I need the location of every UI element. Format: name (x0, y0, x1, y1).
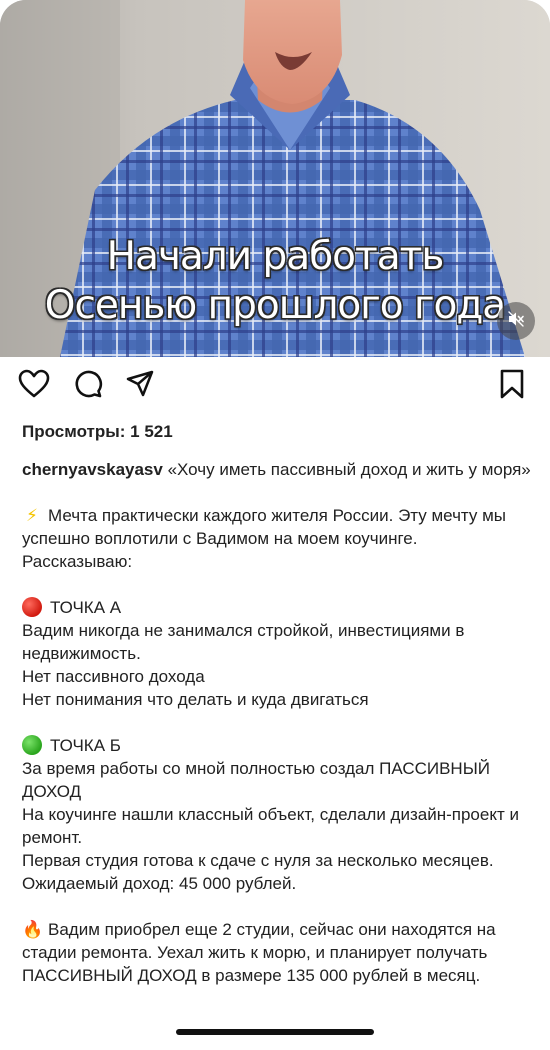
speaker-muted-icon (507, 310, 525, 333)
video-caption-line-1: Начали работать (106, 234, 445, 279)
outro-paragraph: 🔥 Вадим приобрел еще 2 студии, сейчас они… (22, 918, 532, 987)
bookmark-icon (499, 368, 525, 405)
point-b-heading: ТОЧКА Б (22, 734, 532, 757)
point-a-line: Нет пассивного дохода (22, 667, 205, 686)
caption-title-text: «Хочу иметь пассивный доход и жить у мор… (167, 460, 531, 479)
point-b-line: За время работы со мной полностью создал… (22, 759, 490, 801)
intro-paragraph: ⚡ Мечта практически каждого жителя России… (22, 504, 532, 573)
post-caption: Просмотры: 1 521 chernyavskayasv «Хочу и… (22, 420, 532, 987)
phone-screen: Начали работать Осенью прошлого года Про… (0, 0, 550, 1050)
reel-video[interactable]: Начали работать Осенью прошлого года (0, 0, 550, 357)
intro-text: Мечта практически каждого жителя России.… (22, 506, 507, 571)
share-button[interactable] (122, 368, 158, 404)
caption-title: chernyavskayasv «Хочу иметь пассивный до… (22, 458, 532, 481)
like-button[interactable] (16, 368, 52, 404)
point-a-line: Вадим никогда не занимался стройкой, инв… (22, 621, 465, 663)
point-a-heading-text: ТОЧКА А (50, 598, 122, 617)
fire-icon: 🔥 (22, 920, 44, 939)
comment-bubble-icon (73, 369, 103, 404)
point-a-heading: ТОЧКА А (22, 596, 532, 619)
point-a-line: Нет понимания что делать и куда двигатьс… (22, 690, 369, 709)
post-action-bar (0, 368, 550, 412)
outro-text: Вадим приобрел еще 2 студии, сейчас они … (22, 920, 496, 985)
heart-icon (18, 369, 50, 404)
comment-button[interactable] (70, 368, 106, 404)
point-b-heading-text: ТОЧКА Б (50, 736, 121, 755)
home-indicator[interactable] (176, 1029, 374, 1035)
views-count: Просмотры: 1 521 (22, 422, 173, 441)
mute-button[interactable] (497, 302, 535, 340)
green-circle-icon (22, 735, 42, 755)
point-b-line: На коучинге нашли классный объект, сдела… (22, 805, 519, 847)
red-circle-icon (22, 597, 42, 617)
video-caption-line-2: Осенью прошлого года (44, 283, 506, 328)
save-button[interactable] (494, 368, 530, 404)
author-username[interactable]: chernyavskayasv (22, 460, 163, 479)
paper-plane-icon (125, 369, 155, 404)
lightning-icon: ⚡ (26, 506, 38, 525)
point-b-line: Первая студия готова к сдаче с нуля за н… (22, 851, 494, 893)
